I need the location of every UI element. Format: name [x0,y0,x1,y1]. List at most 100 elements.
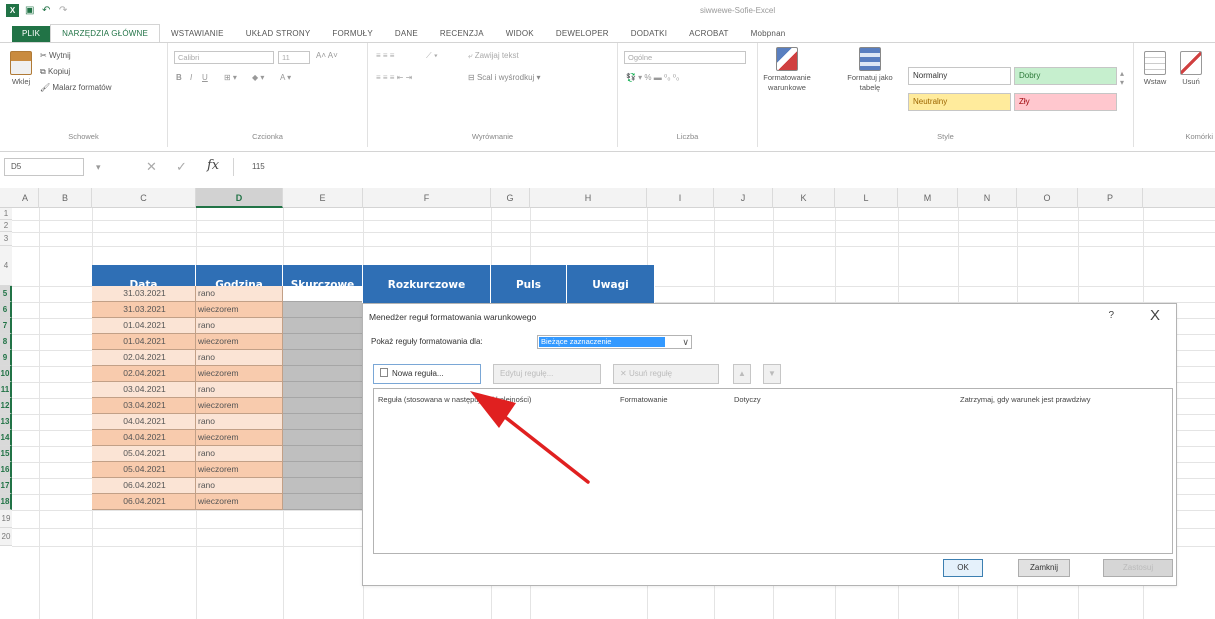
time-cell[interactable]: wieczorem [196,302,283,318]
conditional-formatting-button[interactable]: Formatowanie warunkowe [760,47,814,93]
selected-cell[interactable] [283,366,362,382]
row-header[interactable]: 7 [0,318,12,334]
column-header[interactable]: E [283,188,363,208]
date-cell[interactable]: 03.04.2021 [92,398,196,414]
paste-button[interactable]: Wklej [8,51,34,87]
tab-item[interactable]: DANE [384,26,429,42]
tab-item[interactable]: UKŁAD STRONY [235,26,322,42]
column-header[interactable]: G [491,188,530,208]
column-header[interactable]: K [773,188,835,208]
row-header[interactable]: 18 [0,494,12,510]
date-cell[interactable]: 05.04.2021 [92,446,196,462]
number-format-combo[interactable]: Ogólne [624,51,746,64]
tab-item[interactable]: DODATKI [620,26,678,42]
close-icon[interactable]: X [1150,307,1160,324]
column-header[interactable]: A [12,188,39,208]
column-header[interactable]: P [1078,188,1143,208]
date-cell[interactable]: 01.04.2021 [92,318,196,334]
delete-cells-button[interactable]: Usuń [1176,51,1206,87]
fill-color-icon[interactable]: ◆ ▾ [252,73,264,82]
selected-cell[interactable] [283,398,362,414]
column-header[interactable]: I [647,188,714,208]
column-header[interactable]: O [1017,188,1078,208]
row-header[interactable]: 20 [0,528,12,546]
show-rules-select[interactable]: Bieżące zaznaczenie ∨ [537,335,692,349]
column-header[interactable]: N [958,188,1017,208]
row-header[interactable]: 2 [0,220,12,232]
row-header[interactable]: 4 [0,246,12,286]
font-name-combo[interactable]: Calibri [174,51,274,64]
selected-cell[interactable] [283,302,362,318]
cancel-icon[interactable]: ✕ [146,158,157,176]
undo-icon[interactable]: ↶ [42,5,53,16]
selected-cell[interactable] [283,494,362,510]
date-cell[interactable]: 06.04.2021 [92,494,196,510]
move-down-icon[interactable]: ▼ [763,364,781,384]
selected-cell[interactable] [283,462,362,478]
selected-cell[interactable] [283,382,362,398]
selected-cell[interactable] [283,318,362,334]
formula-input[interactable]: 115 [233,158,1209,176]
time-cell[interactable]: wieczorem [196,494,283,510]
tab-home[interactable]: NARZĘDZIA GŁÓWNE [50,24,161,42]
style-bad[interactable]: Zły [1014,93,1117,111]
row-header[interactable]: 13 [0,414,12,430]
align-top-icon[interactable]: ≡ ≡ ≡ [376,51,394,60]
tab-item[interactable]: WIDOK [495,26,545,42]
underline-button[interactable]: U [202,73,208,82]
row-header[interactable]: 15 [0,446,12,462]
name-box[interactable]: D5 [4,158,84,176]
column-header[interactable]: H [530,188,647,208]
orientation-icon[interactable]: ⟋ ▾ [426,51,438,61]
selected-cell[interactable] [283,334,362,350]
column-header[interactable]: M [898,188,958,208]
apply-button[interactable]: Zastosuj [1103,559,1173,577]
selected-cell[interactable] [283,478,362,494]
insert-function-button[interactable]: fx [207,158,219,173]
date-cell[interactable]: 01.04.2021 [92,334,196,350]
selected-cell[interactable] [283,430,362,446]
date-cell[interactable]: 06.04.2021 [92,478,196,494]
bold-button[interactable]: B [176,73,182,82]
column-header[interactable]: B [39,188,92,208]
row-header[interactable]: 9 [0,350,12,366]
row-header[interactable]: 8 [0,334,12,350]
tab-file[interactable]: PLIK [12,26,51,42]
delete-rule-button[interactable]: ✕ Usuń regułę [613,364,719,384]
tab-item[interactable]: DEWELOPER [545,26,620,42]
tab-item[interactable]: FORMUŁY [321,26,384,42]
time-cell[interactable]: rano [196,414,283,430]
confirm-icon[interactable]: ✓ [176,158,187,176]
style-normal[interactable]: Normalny [908,67,1011,85]
time-cell[interactable]: wieczorem [196,366,283,382]
ok-button[interactable]: OK [943,559,983,577]
date-cell[interactable]: 05.04.2021 [92,462,196,478]
column-header[interactable]: L [835,188,898,208]
table-header-cell[interactable]: Uwagi [567,265,655,305]
redo-icon[interactable]: ↷ [59,5,70,16]
column-header[interactable]: F [363,188,491,208]
format-painter-button[interactable]: 🖌 Malarz formatów [40,83,112,92]
font-size-combo[interactable]: 11 [278,51,310,64]
font-grow-icon[interactable]: A˄ A˅ [316,51,338,60]
align-left-icon[interactable]: ≡ ≡ ≡ ⇤ ⇥ [376,73,412,82]
name-box-dropdown-icon[interactable]: ▾ [96,158,101,176]
date-cell[interactable]: 02.04.2021 [92,366,196,382]
new-rule-button[interactable]: Nowa reguła... [373,364,481,384]
column-header[interactable]: J [714,188,773,208]
row-header[interactable]: 5 [0,286,12,302]
save-icon[interactable]: ▣ [25,5,36,16]
time-cell[interactable]: wieczorem [196,334,283,350]
date-cell[interactable]: 02.04.2021 [92,350,196,366]
merge-center-button[interactable]: ⊟ Scal i wyśrodkuj ▾ [468,73,541,82]
close-button[interactable]: Zamknij [1018,559,1070,577]
time-cell[interactable]: wieczorem [196,430,283,446]
time-cell[interactable]: wieczorem [196,398,283,414]
row-header[interactable]: 10 [0,366,12,382]
time-cell[interactable]: rano [196,350,283,366]
selected-cell[interactable] [283,446,362,462]
help-button[interactable]: ? [1108,310,1114,321]
italic-button[interactable]: I [190,73,192,82]
date-cell[interactable]: 04.04.2021 [92,430,196,446]
row-header[interactable]: 19 [0,510,12,528]
